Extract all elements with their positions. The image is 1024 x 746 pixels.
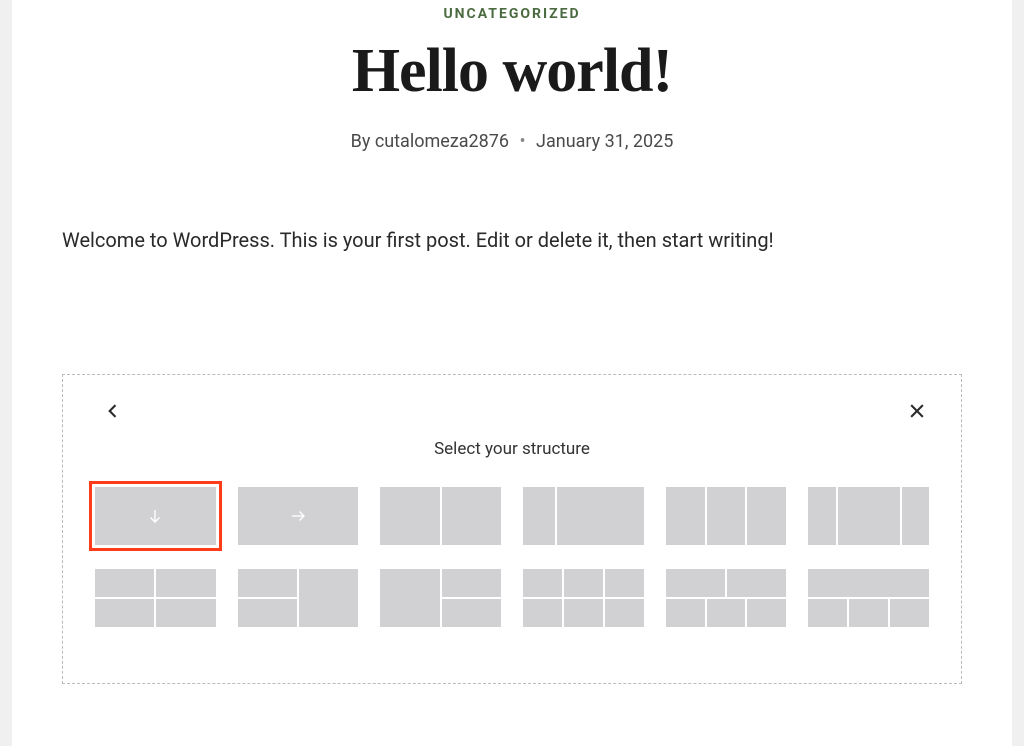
page-content: UNCATEGORIZED Hello world! By cutalomeza… bbox=[12, 0, 1012, 746]
post-category[interactable]: UNCATEGORIZED bbox=[62, 6, 962, 22]
close-button[interactable] bbox=[903, 397, 931, 429]
post-content: Welcome to WordPress. This is your first… bbox=[62, 226, 962, 254]
back-button[interactable] bbox=[99, 397, 127, 429]
structure-picker: Select your structure bbox=[62, 374, 962, 684]
structure-option-full-three[interactable] bbox=[808, 569, 929, 627]
meta-separator: • bbox=[519, 131, 525, 152]
arrow-down-icon bbox=[95, 487, 216, 545]
structure-option-four-grid[interactable] bbox=[95, 569, 216, 627]
picker-title: Select your structure bbox=[95, 439, 929, 459]
picker-header bbox=[95, 399, 929, 427]
structure-option-single-arrow-right[interactable] bbox=[238, 487, 359, 545]
post-meta: By cutalomeza2876 • January 31, 2025 bbox=[62, 131, 962, 152]
structure-option-two-columns[interactable] bbox=[380, 487, 501, 545]
structure-option-right-split[interactable] bbox=[380, 569, 501, 627]
close-icon bbox=[907, 401, 927, 421]
structure-option-six-grid[interactable] bbox=[523, 569, 644, 627]
structure-option-left-split[interactable] bbox=[238, 569, 359, 627]
structure-option-wide-middle[interactable] bbox=[808, 487, 929, 545]
structure-grid bbox=[95, 487, 929, 627]
arrow-right-icon bbox=[238, 487, 359, 545]
post-author[interactable]: cutalomeza2876 bbox=[375, 131, 509, 152]
post-title: Hello world! bbox=[62, 36, 962, 107]
structure-option-single-column[interactable] bbox=[95, 487, 216, 545]
by-label: By bbox=[351, 131, 371, 152]
structure-option-narrow-left[interactable] bbox=[523, 487, 644, 545]
chevron-left-icon bbox=[103, 401, 123, 421]
post-header: UNCATEGORIZED Hello world! By cutalomeza… bbox=[62, 0, 962, 152]
structure-option-two-three[interactable] bbox=[666, 569, 787, 627]
post-date: January 31, 2025 bbox=[536, 131, 673, 152]
structure-option-three-columns[interactable] bbox=[666, 487, 787, 545]
